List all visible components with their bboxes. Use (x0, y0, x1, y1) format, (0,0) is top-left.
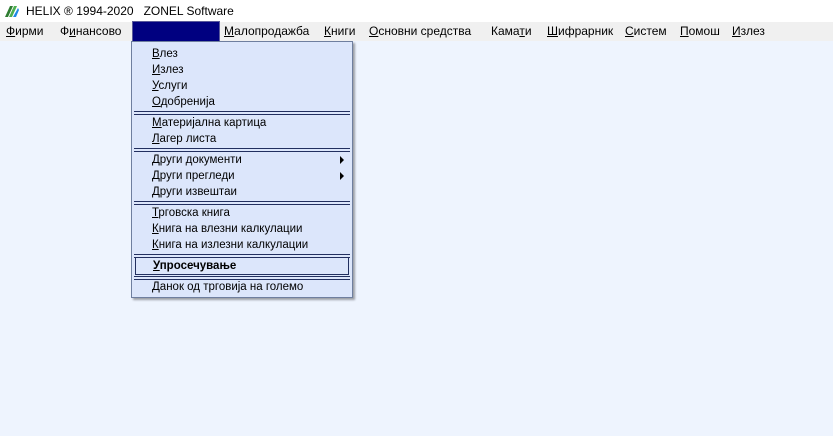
title-bar: HELIX ® 1994-2020 ZONEL Software (0, 0, 833, 22)
dropdown-item-materijalna-kartica[interactable]: Материјална картица (152, 115, 266, 131)
dropdown-item-drugi-dokumenti[interactable]: Други документи (152, 152, 352, 168)
dropdown-item-danok-trgovija-golemo[interactable]: Данок од трговија на големо (152, 279, 303, 295)
menu-knigi[interactable]: Книги (322, 22, 357, 41)
menu-sistem[interactable]: Систем (623, 22, 669, 41)
submenu-arrow-icon (340, 172, 344, 180)
dropdown-item-kniga-izlezni-kalkulacii[interactable]: Книга на излезни калкулации (152, 237, 308, 253)
window-title: HELIX ® 1994-2020 ZONEL Software (26, 4, 234, 18)
materijalno-dropdown: Влез Излез Услуги Одобренија Материјална… (131, 41, 353, 298)
dropdown-item-vlez[interactable]: Влез (152, 46, 178, 62)
dropdown-item-uslugi[interactable]: Услуги (152, 78, 187, 94)
menu-finansovo[interactable]: Финансово (58, 22, 123, 41)
dropdown-item-drugi-pregledi[interactable]: Други прегледи (152, 168, 352, 184)
menu-izlez[interactable]: Излез (730, 22, 767, 41)
menu-firmi[interactable]: Фирми (4, 22, 45, 41)
menu-pomosh[interactable]: Помош (678, 22, 722, 41)
menu-materijalno[interactable]: Материјално (132, 21, 220, 42)
dropdown-item-drugi-izveshtai[interactable]: Други извештаи (152, 184, 237, 200)
menu-shifrarnik[interactable]: Шифрарник (545, 22, 615, 41)
dropdown-item-kniga-vlezni-kalkulacii[interactable]: Книга на влезни калкулации (152, 221, 302, 237)
dropdown-item-lager-lista[interactable]: Лагер листа (152, 131, 216, 147)
menu-kamati[interactable]: Камати (489, 22, 534, 41)
dropdown-item-uprosechuvanje[interactable]: Упросечување (135, 257, 349, 275)
dropdown-item-trgovska-kniga[interactable]: Трговска книга (152, 205, 230, 221)
helix-logo-icon (4, 4, 20, 18)
submenu-arrow-icon (340, 156, 344, 164)
dropdown-item-odobrenija[interactable]: Одобренија (152, 94, 215, 110)
menu-bar: Фирми Финансово Материјално Малопродажба… (0, 21, 833, 42)
dropdown-item-izlez[interactable]: Излез (152, 62, 184, 78)
menu-osnovni-sredstva[interactable]: Основни средства (367, 22, 473, 41)
menu-maloprodazhba[interactable]: Малопродажба (222, 22, 311, 41)
